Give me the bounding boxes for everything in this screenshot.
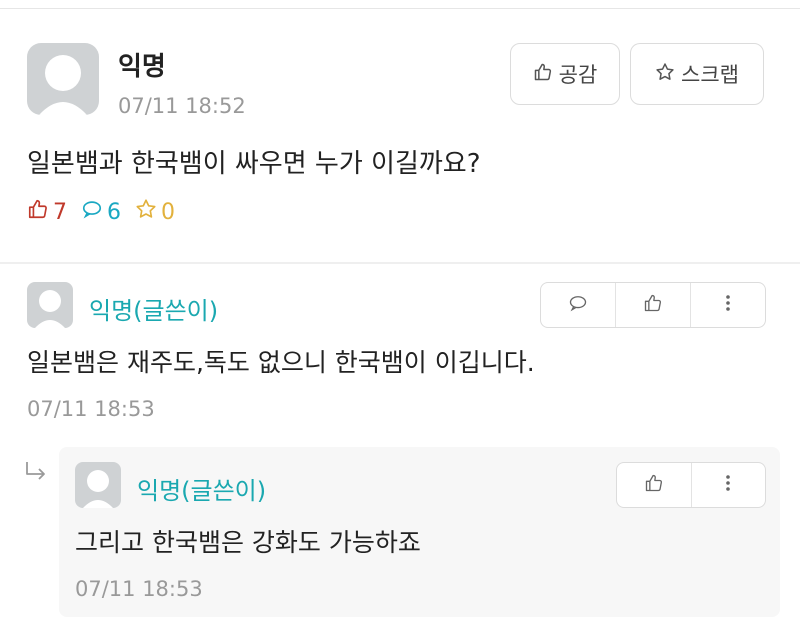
thumbs-up-icon (27, 198, 53, 226)
speech-bubble-icon (81, 198, 107, 226)
like-count: 7 (27, 198, 67, 226)
scrap-count-value: 0 (161, 199, 175, 225)
like-button[interactable]: 공감 (510, 43, 620, 105)
reply-author: 익명(글쓴이) (137, 477, 267, 505)
reply-button[interactable] (541, 283, 615, 327)
vertical-dots-icon (724, 293, 732, 317)
scrap-button[interactable]: 스크랩 (630, 43, 764, 105)
avatar (27, 43, 99, 115)
section-divider (0, 262, 800, 264)
thumbs-up-icon (533, 62, 559, 87)
reply-timestamp: 07/11 18:53 (75, 577, 203, 601)
like-count-value: 7 (53, 199, 67, 225)
reply-actions (616, 462, 766, 508)
reply-like-button[interactable] (617, 463, 691, 507)
reply-arrow-icon (24, 460, 48, 486)
comment-actions (540, 282, 766, 328)
post-author: 익명 (118, 52, 166, 82)
avatar (75, 462, 121, 508)
star-icon (655, 62, 681, 87)
scrap-count: 0 (135, 198, 175, 226)
avatar (27, 282, 73, 328)
vertical-dots-icon (724, 473, 732, 497)
reply-body: 그리고 한국뱀은 강화도 가능하죠 (75, 528, 421, 557)
comment-like-button[interactable] (615, 283, 690, 327)
scrap-button-label: 스크랩 (681, 63, 739, 87)
more-options-button[interactable] (690, 463, 766, 507)
more-options-button[interactable] (690, 283, 765, 327)
comment-timestamp: 07/11 18:53 (27, 397, 155, 421)
comment-count-value: 6 (107, 199, 121, 225)
thumbs-up-icon (644, 473, 664, 497)
comment-author: 익명(글쓴이) (89, 297, 219, 325)
post-timestamp: 07/11 18:52 (118, 94, 246, 118)
star-icon (135, 198, 161, 226)
post-stats: 7 6 0 (27, 198, 189, 226)
like-button-label: 공감 (558, 63, 598, 87)
post-body: 일본뱀과 한국뱀이 싸우면 누가 이길까요? (27, 149, 481, 179)
comment-body: 일본뱀은 재주도,독도 없으니 한국뱀이 이깁니다. (27, 348, 535, 377)
thumbs-up-icon (643, 293, 663, 317)
comment-count: 6 (81, 198, 121, 226)
speech-bubble-icon (568, 293, 588, 317)
